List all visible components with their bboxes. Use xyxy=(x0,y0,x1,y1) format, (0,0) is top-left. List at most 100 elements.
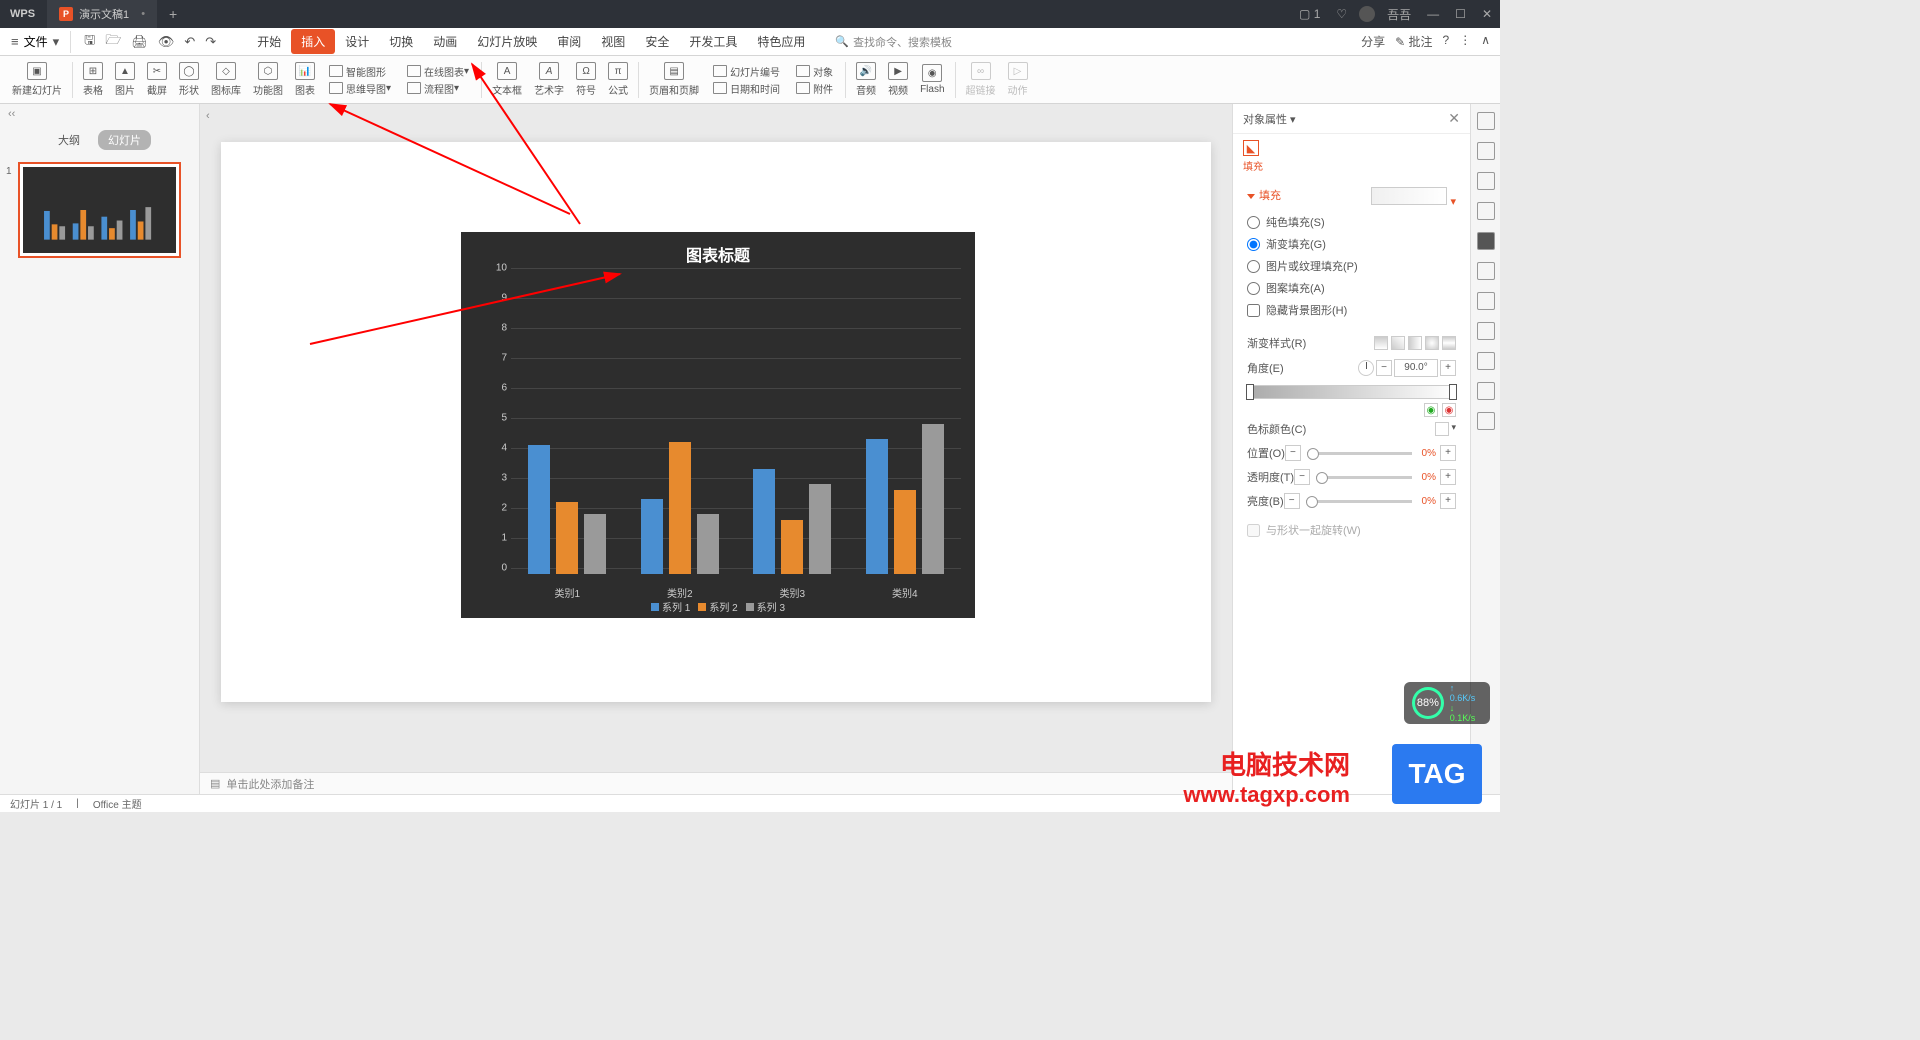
angle-dial[interactable] xyxy=(1358,360,1374,376)
transparency-plus[interactable]: + xyxy=(1440,469,1456,485)
tab-design[interactable]: 设计 xyxy=(335,29,379,54)
preview-icon[interactable]: 👁 xyxy=(153,34,180,50)
chart-button[interactable]: 📊图表 xyxy=(289,59,321,101)
rtool-7[interactable] xyxy=(1477,292,1495,310)
share-button[interactable]: 分享 xyxy=(1361,33,1385,50)
gradient-fill-radio[interactable]: 渐变填充(G) xyxy=(1247,233,1456,255)
shape-button[interactable]: ◯形状 xyxy=(173,59,205,101)
pattern-fill-radio[interactable]: 图案填充(A) xyxy=(1247,277,1456,299)
redo-icon[interactable]: ↷ xyxy=(200,34,221,50)
header-footer-button[interactable]: ▤页眉和页脚 xyxy=(643,59,705,101)
rtool-11[interactable] xyxy=(1477,412,1495,430)
collapse-icon[interactable]: ∧ xyxy=(1481,33,1490,50)
position-plus[interactable]: + xyxy=(1440,445,1456,461)
slide-canvas[interactable]: ‹ 图表标题 012345678910 系列 1 系列 2 系列 3 类别1类别… xyxy=(200,104,1232,794)
user-avatar[interactable] xyxy=(1359,6,1375,22)
add-tab-button[interactable]: + xyxy=(157,6,189,22)
wordart-button[interactable]: A艺术字 xyxy=(528,59,570,101)
notes-panel[interactable]: ▤ 单击此处添加备注 xyxy=(200,772,1232,794)
rtool-3[interactable] xyxy=(1477,172,1495,190)
tab-slideshow[interactable]: 幻灯片放映 xyxy=(467,29,547,54)
action-button[interactable]: ▷动作 xyxy=(1002,59,1034,101)
rtool-8[interactable] xyxy=(1477,322,1495,340)
slide[interactable]: 图表标题 012345678910 系列 1 系列 2 系列 3 类别1类别2类… xyxy=(221,142,1211,702)
flash-button[interactable]: ◉Flash xyxy=(914,59,950,101)
add-stop-button[interactable]: ◉ xyxy=(1424,403,1438,417)
panel-close-button[interactable]: ✕ xyxy=(1448,110,1460,127)
brightness-plus[interactable]: + xyxy=(1440,493,1456,509)
network-widget[interactable]: 88% ↑ 0.6K/s ↓ 0.1K/s xyxy=(1404,682,1490,724)
fill-preset-dropdown[interactable] xyxy=(1371,187,1447,205)
flowchart-button[interactable]: 流程图 ▾ xyxy=(403,81,473,96)
slide-number-button[interactable]: 幻灯片编号 xyxy=(709,64,784,79)
more-icon[interactable]: ⋮ xyxy=(1459,33,1471,50)
attachment-button[interactable]: 附件 xyxy=(792,81,837,96)
gradient-stops-slider[interactable] xyxy=(1247,385,1456,399)
position-slider[interactable] xyxy=(1307,452,1412,455)
rtool-5[interactable] xyxy=(1477,232,1495,250)
tab-animation[interactable]: 动画 xyxy=(423,29,467,54)
rtool-1[interactable] xyxy=(1477,112,1495,130)
textbox-button[interactable]: A文本框 xyxy=(486,59,528,101)
transparency-minus[interactable]: − xyxy=(1294,469,1310,485)
audio-button[interactable]: 🔊音频 xyxy=(850,59,882,101)
slide-thumbnail-1[interactable]: 1 xyxy=(18,162,181,258)
rtool-6[interactable] xyxy=(1477,262,1495,280)
tab-transition[interactable]: 切换 xyxy=(379,29,423,54)
datetime-button[interactable]: 日期和时间 xyxy=(709,81,784,96)
menu-icon[interactable]: ≡ xyxy=(6,34,24,49)
rtool-2[interactable] xyxy=(1477,142,1495,160)
rtool-4[interactable] xyxy=(1477,202,1495,220)
smart-graphic-button[interactable]: 智能图形 xyxy=(325,64,395,79)
tab-start[interactable]: 开始 xyxy=(247,29,291,54)
solid-fill-radio[interactable]: 纯色填充(S) xyxy=(1247,211,1456,233)
slides-tab[interactable]: 幻灯片 xyxy=(98,130,151,150)
brightness-slider[interactable] xyxy=(1306,500,1412,503)
hyperlink-button[interactable]: ∞超链接 xyxy=(960,59,1002,101)
mindmap-button[interactable]: 思维导图 ▾ xyxy=(325,81,395,96)
close-button[interactable]: ✕ xyxy=(1474,7,1500,21)
collapse-panel-button[interactable]: ‹‹ xyxy=(0,104,199,124)
save-icon[interactable]: 🖫 xyxy=(79,31,100,53)
picture-button[interactable]: ▲图片 xyxy=(109,59,141,101)
open-icon[interactable]: 🗁 xyxy=(100,31,126,53)
brightness-minus[interactable]: − xyxy=(1284,493,1300,509)
help-icon[interactable]: ? xyxy=(1443,33,1450,50)
file-menu[interactable]: 文件 xyxy=(24,33,48,50)
function-button[interactable]: ⬡功能图 xyxy=(247,59,289,101)
minimize-button[interactable]: — xyxy=(1419,7,1447,21)
heart-icon[interactable]: ♡ xyxy=(1328,7,1355,21)
document-tab[interactable]: P 演示文稿1 • xyxy=(47,0,157,28)
angle-minus[interactable]: − xyxy=(1376,360,1392,376)
formula-button[interactable]: π公式 xyxy=(602,59,634,101)
tab-review[interactable]: 审阅 xyxy=(547,29,591,54)
tab-special[interactable]: 特色应用 xyxy=(747,29,815,54)
tab-insert[interactable]: 插入 xyxy=(291,29,335,54)
transparency-slider[interactable] xyxy=(1316,476,1412,479)
object-button[interactable]: 对象 xyxy=(792,64,837,79)
gradient-style-swatches[interactable] xyxy=(1374,336,1456,350)
outline-tab[interactable]: 大纲 xyxy=(48,130,90,150)
search-box[interactable]: 🔍 查找命令、搜索模板 xyxy=(835,34,952,50)
print-icon[interactable]: 🖨 xyxy=(126,34,153,50)
tab-devtools[interactable]: 开发工具 xyxy=(679,29,747,54)
new-slide-button[interactable]: ▣新建幻灯片 xyxy=(6,59,68,101)
symbol-button[interactable]: Ω符号 xyxy=(570,59,602,101)
hide-bg-checkbox[interactable]: 隐藏背景图形(H) xyxy=(1247,299,1456,321)
undo-icon[interactable]: ↶ xyxy=(179,34,200,50)
tab-security[interactable]: 安全 xyxy=(635,29,679,54)
screenshot-button[interactable]: ✂截屏 xyxy=(141,59,173,101)
tab-view[interactable]: 视图 xyxy=(591,29,635,54)
comment-button[interactable]: ✎ 批注 xyxy=(1395,33,1432,50)
remove-stop-button[interactable]: ◉ xyxy=(1442,403,1456,417)
position-minus[interactable]: − xyxy=(1285,445,1301,461)
angle-plus[interactable]: + xyxy=(1440,360,1456,376)
table-button[interactable]: ⊞表格 xyxy=(77,59,109,101)
badge-icon[interactable]: ▢ 1 xyxy=(1291,7,1328,21)
stop-color-swatch[interactable] xyxy=(1435,422,1449,436)
rtool-9[interactable] xyxy=(1477,352,1495,370)
chart-object[interactable]: 图表标题 012345678910 系列 1 系列 2 系列 3 类别1类别2类… xyxy=(461,232,975,618)
canvas-collapse[interactable]: ‹ xyxy=(206,110,210,122)
video-button[interactable]: ▶视频 xyxy=(882,59,914,101)
angle-value[interactable]: 90.0° xyxy=(1394,359,1438,377)
